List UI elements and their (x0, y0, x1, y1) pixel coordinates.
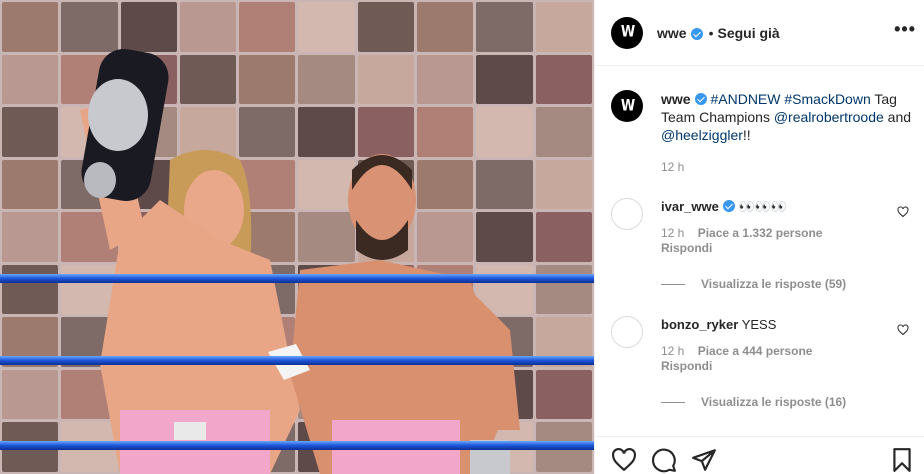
comment-timestamp[interactable]: 12 h (661, 226, 684, 240)
comment-likes[interactable]: Piace a 1.332 persone (698, 226, 823, 240)
avatar[interactable] (611, 316, 643, 348)
avatar[interactable] (611, 198, 643, 230)
follow-button[interactable]: Segui già (717, 25, 779, 41)
post-photo[interactable] (0, 0, 594, 474)
more-options-icon[interactable]: ••• (894, 20, 916, 38)
comment-item: bonzo_ryker YESS 12 h Piace a 444 person… (611, 316, 911, 374)
post-caption: W wwe #ANDNEW #SmackDown Tag Team Champi… (611, 90, 911, 176)
comment-item: ivar_wwe 👀👀👀 12 h Piace a 1.332 persone … (611, 198, 911, 256)
share-icon[interactable] (691, 447, 717, 473)
separator: • (708, 24, 714, 41)
caption-text: !! (742, 127, 751, 143)
ring-rope-middle (0, 356, 594, 365)
mention-realrobertroode[interactable]: @realrobertroode (774, 109, 884, 125)
post-username[interactable]: wwe (657, 25, 687, 41)
reply-button[interactable]: Rispondi (661, 241, 712, 255)
comment-likes[interactable]: Piace a 444 persone (698, 344, 813, 358)
comment-text: 👀👀👀 (738, 199, 788, 214)
reply-button[interactable]: Rispondi (661, 359, 712, 373)
mention-heelziggler[interactable]: @heelziggler (661, 127, 743, 143)
comment-username[interactable]: bonzo_ryker (661, 317, 738, 332)
view-replies-label: Visualizza le risposte (16) (701, 395, 847, 409)
comment-icon[interactable] (651, 447, 677, 473)
comment-username[interactable]: ivar_wwe (661, 199, 719, 214)
verified-badge-icon (690, 27, 703, 40)
comment-timestamp[interactable]: 12 h (661, 344, 684, 358)
wwe-logo-icon[interactable]: W (611, 16, 643, 49)
ring-rope-top (0, 274, 594, 283)
wwe-logo-icon[interactable]: W (611, 90, 643, 122)
caption-timestamp[interactable]: 12 h (661, 158, 911, 176)
caption-text: and (883, 109, 912, 125)
divider (661, 283, 685, 285)
divider (661, 401, 685, 403)
caption-username[interactable]: wwe (661, 91, 691, 107)
view-replies-label: Visualizza le risposte (59) (701, 277, 847, 291)
heart-icon[interactable] (611, 447, 637, 473)
post-header: W wwe • Segui già ••• (595, 0, 924, 66)
verified-badge-icon (694, 93, 707, 105)
ring-rope-bottom (0, 441, 594, 450)
hashtag-andnew[interactable]: #ANDNEW (710, 91, 780, 107)
bookmark-icon[interactable] (889, 447, 915, 473)
post-sidebar: W wwe • Segui già ••• W wwe #ANDNEW #Sma… (594, 0, 924, 474)
heart-icon[interactable] (897, 206, 909, 218)
verified-badge-icon (722, 200, 735, 212)
comment-text: YESS (741, 317, 777, 332)
wrestlers-illustration (80, 49, 520, 474)
view-replies-button[interactable]: Visualizza le risposte (16) (661, 395, 846, 409)
heart-icon[interactable] (897, 324, 909, 336)
view-replies-button[interactable]: Visualizza le risposte (59) (661, 277, 846, 291)
hashtag-smackdown[interactable]: #SmackDown (784, 91, 870, 107)
post-actions-bar (595, 436, 924, 474)
